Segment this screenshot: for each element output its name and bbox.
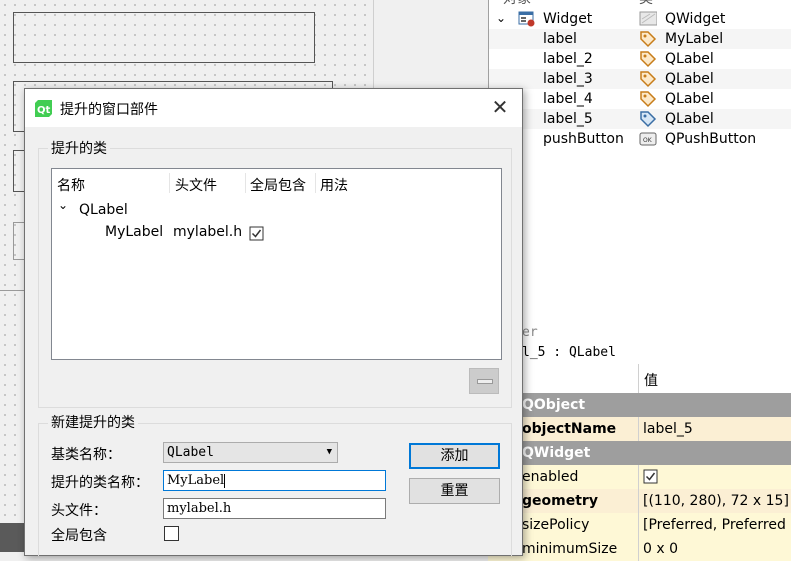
oi-header-object: 对象: [503, 0, 531, 8]
label-tag-icon: [640, 91, 657, 108]
dropdown-arrow-icon[interactable]: ▼: [327, 443, 332, 462]
tree-header-global[interactable]: 全局包含: [250, 175, 306, 195]
tree-parent-name: QLabel: [79, 202, 128, 218]
oi-row-label-5[interactable]: label_5 QLabel: [489, 109, 791, 129]
tree-row-parent[interactable]: ⌄ QLabel: [52, 198, 501, 222]
property-object-label: l_5 : QLabel: [488, 343, 791, 363]
header-file-label: 头文件：: [51, 503, 107, 519]
text-cursor: [224, 473, 226, 488]
global-include-checkbox[interactable]: [164, 526, 179, 541]
form-widget-label[interactable]: [13, 12, 315, 63]
oi-class: QLabel: [665, 91, 714, 107]
base-class-combo[interactable]: QLabel ▼: [163, 442, 338, 463]
global-include-label: 全局包含: [51, 528, 107, 544]
qt-logo-icon: Qt: [35, 100, 52, 117]
dialog-titlebar[interactable]: Qt 提升的窗口部件 ✕: [25, 89, 522, 127]
oi-row-label-2[interactable]: label_2 QLabel: [489, 49, 791, 69]
tree-header-header[interactable]: 头文件: [175, 175, 217, 195]
label-tag-icon: [640, 71, 657, 88]
new-promoted-class-group-title: 新建提升的类: [48, 412, 138, 432]
tree-row-child[interactable]: MyLabel mylabel.h: [52, 222, 501, 244]
oi-row-label-4[interactable]: label_4 QLabel: [489, 89, 791, 109]
label-tag-icon: [640, 31, 657, 48]
oi-class: QPushButton: [665, 131, 757, 147]
add-button[interactable]: 添加: [409, 443, 500, 469]
oi-class: MyLabel: [665, 31, 724, 47]
svg-text:OK: OK: [643, 137, 653, 144]
chevron-down-icon[interactable]: ⌄: [496, 8, 506, 28]
header-file-input[interactable]: mylabel.h: [163, 498, 386, 519]
oi-class: QWidget: [665, 11, 726, 27]
dialog-title: 提升的窗口部件: [60, 102, 158, 118]
prop-value[interactable]: label_5: [638, 417, 693, 441]
property-header: 值: [488, 364, 791, 395]
svg-text:Qt: Qt: [37, 105, 51, 116]
property-filter-input[interactable]: er: [488, 322, 791, 344]
prop-sizepolicy[interactable]: sizePolicy [Preferred, Preferred: [488, 513, 791, 537]
close-icon[interactable]: ✕: [488, 95, 512, 119]
chevron-down-icon[interactable]: ⌄: [58, 198, 68, 212]
oi-name: label_2: [543, 51, 593, 67]
oi-name: Widget: [543, 11, 593, 27]
remove-button[interactable]: [469, 368, 499, 394]
oi-name: label_5: [543, 111, 593, 127]
oi-row-label-3[interactable]: label_3 QLabel: [489, 69, 791, 89]
prop-geometry[interactable]: geometry [(110, 280), 72 x 15]: [488, 489, 791, 513]
promoted-classes-group-title: 提升的类: [48, 138, 110, 158]
prop-value[interactable]: [Preferred, Preferred: [638, 513, 786, 537]
oi-class: QLabel: [665, 71, 714, 87]
value-column-header: 值: [644, 373, 658, 389]
oi-name: label_3: [543, 71, 593, 87]
pushbutton-icon: OK: [639, 132, 657, 146]
tree-child-name: MyLabel: [105, 224, 164, 240]
oi-class: QLabel: [665, 111, 714, 127]
oi-name: pushButton: [543, 131, 624, 147]
prop-value[interactable]: [638, 465, 659, 489]
label-tag-icon: [640, 111, 657, 128]
prop-value[interactable]: 0 x 0: [638, 537, 678, 561]
tree-header-name[interactable]: 名称: [57, 175, 85, 195]
widget-form-icon: [518, 11, 535, 27]
oi-class: QLabel: [665, 51, 714, 67]
checkbox-checked-icon[interactable]: [643, 469, 659, 485]
oi-row-label[interactable]: label MyLabel: [489, 29, 791, 49]
tree-child-header: mylabel.h: [173, 224, 243, 240]
section-qobject[interactable]: QObject: [488, 393, 791, 417]
prop-value[interactable]: [(110, 280), 72 x 15]: [638, 489, 789, 513]
prop-enabled[interactable]: enabled: [488, 465, 791, 489]
prop-objectname[interactable]: objectName label_5: [488, 417, 791, 441]
prop-minimumsize[interactable]: minimumSize 0 x 0: [488, 537, 791, 561]
base-class-label: 基类名称：: [51, 447, 121, 463]
oi-row-pushbutton[interactable]: pushButton OK QPushButton: [489, 129, 791, 149]
minus-icon: [477, 379, 493, 384]
label-tag-icon: [640, 51, 657, 68]
taskbar-icon[interactable]: [0, 523, 24, 552]
reset-button[interactable]: 重置: [409, 478, 500, 504]
object-inspector: 对象 类 ⌄ Widget QWidget label MyLabel labe…: [488, 0, 791, 322]
oi-name: label: [543, 31, 577, 47]
form-bottom-edge: [0, 290, 24, 291]
promoted-classes-tree[interactable]: 名称 头文件 全局包含 用法 ⌄ QLabel MyLabel mylabel.…: [51, 168, 502, 360]
promoted-class-name-input[interactable]: MyLabel: [163, 470, 386, 491]
oi-header-class: 类: [639, 0, 653, 8]
promoted-widgets-dialog: Qt 提升的窗口部件 ✕ 提升的类 名称 头文件 全局包含 用法 ⌄ QLabe…: [24, 88, 523, 556]
widget-class-icon: [639, 11, 657, 26]
oi-name: label_4: [543, 91, 593, 107]
oi-row-widget[interactable]: ⌄ Widget QWidget: [489, 9, 791, 29]
promoted-name-label: 提升的类名称：: [51, 475, 149, 491]
checkbox-checked-icon[interactable]: [249, 226, 265, 242]
tree-header-usage[interactable]: 用法: [320, 175, 348, 195]
section-qwidget[interactable]: QWidget: [488, 441, 791, 465]
